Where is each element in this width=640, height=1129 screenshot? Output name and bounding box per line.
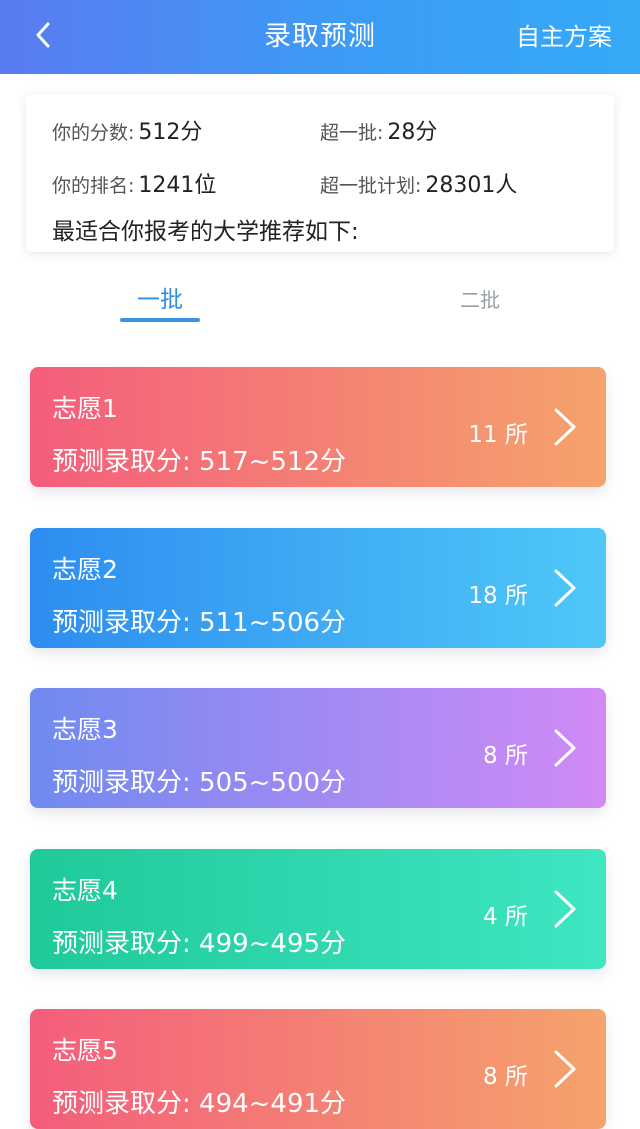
choice-score-range: 预测录取分: 511~506分 (52, 608, 347, 638)
choice-score-range: 预测录取分: 505~500分 (52, 768, 347, 798)
choice-school-count: 8 所 (483, 1064, 528, 1090)
top-nav-bar: 录取预测 自主方案 (0, 0, 640, 74)
choice-title: 志愿5 (52, 1036, 118, 1065)
choice-card-5[interactable]: 志愿5 预测录取分: 494~491分 8 所 (30, 1009, 606, 1129)
choice-card-1[interactable]: 志愿1 预测录取分: 517~512分 11 所 (30, 367, 606, 487)
chevron-right-icon (554, 890, 576, 928)
score-row: 你的分数: 512分 (52, 114, 202, 146)
over-line-row: 超一批: 28分 (320, 114, 437, 146)
tab-first-batch[interactable]: 一批 (100, 280, 220, 314)
active-tab-indicator (120, 318, 200, 322)
choice-card-2[interactable]: 志愿2 预测录取分: 511~506分 18 所 (30, 528, 606, 648)
batch-tabs: 一批 二批 (0, 270, 640, 330)
choice-card-4[interactable]: 志愿4 预测录取分: 499~495分 4 所 (30, 849, 606, 969)
choice-title: 志愿2 (52, 555, 118, 584)
chevron-right-icon (554, 569, 576, 607)
tab-second-batch[interactable]: 二批 (420, 284, 540, 313)
score-summary-card: 你的分数: 512分 超一批: 28分 你的排名: 1241位 超一批计划: 28301… (26, 94, 614, 252)
choice-card-3[interactable]: 志愿3 预测录取分: 505~500分 8 所 (30, 688, 606, 808)
choice-score-range: 预测录取分: 517~512分 (52, 447, 347, 477)
score-value: 512分 (138, 120, 203, 145)
choice-title: 志愿3 (52, 715, 118, 744)
rank-label: 你的排名: (52, 175, 135, 197)
custom-plan-button[interactable]: 自主方案 (516, 0, 612, 74)
plan-row: 超一批计划: 28301人 (320, 167, 517, 199)
choice-school-count: 18 所 (468, 583, 528, 609)
chevron-right-icon (554, 1050, 576, 1088)
plan-label: 超一批计划: (320, 175, 422, 197)
rank-value: 1241位 (138, 173, 217, 198)
over-line-label: 超一批: (320, 122, 384, 144)
choice-score-range: 预测录取分: 494~491分 (52, 1089, 347, 1119)
chevron-right-icon (554, 408, 576, 446)
score-label: 你的分数: (52, 122, 135, 144)
choice-school-count: 8 所 (483, 743, 528, 769)
plan-value: 28301人 (425, 173, 518, 198)
rank-row: 你的排名: 1241位 (52, 167, 216, 199)
over-line-value: 28分 (387, 120, 438, 145)
choice-title: 志愿4 (52, 876, 118, 905)
recommend-text: 最适合你报考的大学推荐如下: (52, 219, 359, 245)
choice-school-count: 11 所 (468, 422, 528, 448)
choice-school-count: 4 所 (483, 904, 528, 930)
choice-score-range: 预测录取分: 499~495分 (52, 929, 347, 959)
choice-title: 志愿1 (52, 394, 118, 423)
chevron-right-icon (554, 729, 576, 767)
